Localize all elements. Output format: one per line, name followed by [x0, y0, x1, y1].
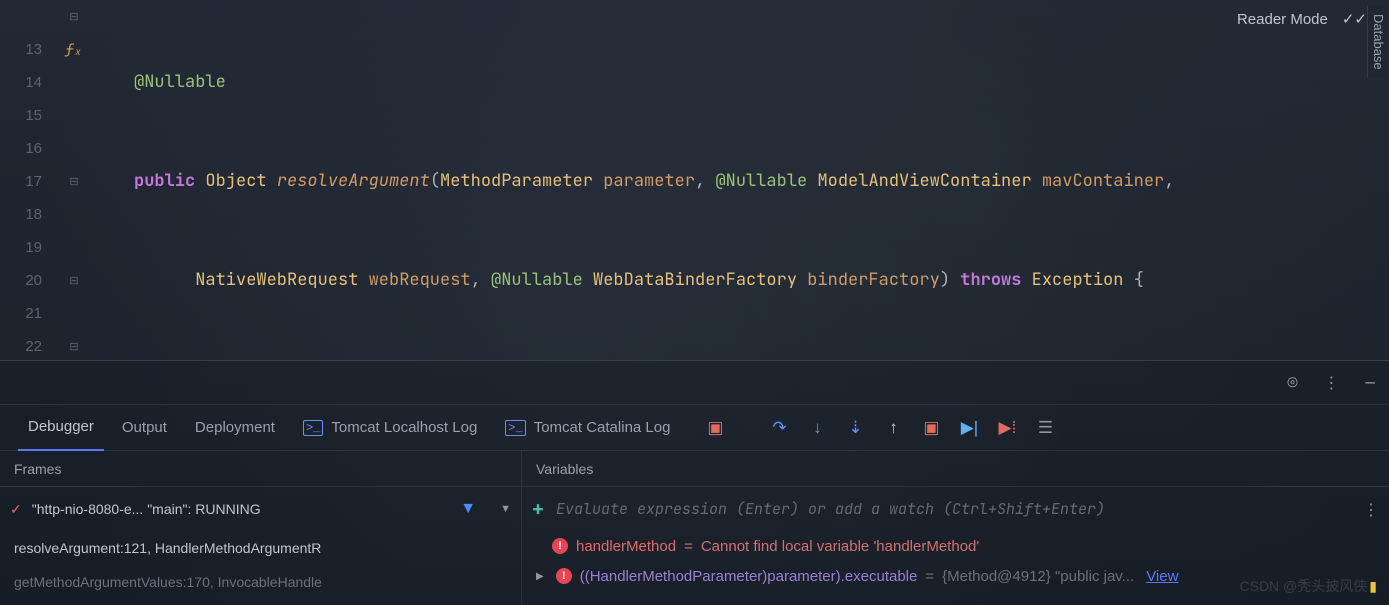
- fold-icon[interactable]: ⊟: [64, 10, 84, 24]
- watch-variable-error[interactable]: ! handlerMethod = Cannot find local vari…: [522, 531, 1389, 561]
- view-breakpoints-icon[interactable]: ☰: [1030, 413, 1060, 443]
- reader-mode-label: Reader Mode: [1237, 11, 1328, 28]
- frames-panel: Frames ✓ "http-nio-8080-e... "main": RUN…: [0, 451, 522, 605]
- expand-icon[interactable]: ▶: [536, 571, 544, 582]
- thread-name: "http-nio-8080-e... "main": RUNNING: [32, 501, 261, 517]
- tab-output[interactable]: Output: [112, 405, 177, 451]
- tab-deployment[interactable]: Deployment: [185, 405, 285, 451]
- minimize-icon[interactable]: —: [1365, 372, 1375, 393]
- variables-title: Variables: [522, 451, 1389, 487]
- drop-frame-icon[interactable]: ▣: [916, 413, 946, 443]
- line-number: 20: [12, 272, 42, 289]
- target-icon[interactable]: ◎: [1288, 372, 1298, 393]
- reader-mode-indicator[interactable]: Reader Mode ✓✓: [1237, 10, 1367, 28]
- watermark: CSDN @秃头披风侠▮: [1240, 576, 1378, 596]
- debug-tabs: Debugger Output Deployment >_Tomcat Loca…: [0, 405, 1389, 451]
- evaluate-expression-icon[interactable]: ▶⁞: [992, 413, 1022, 443]
- stack-frame[interactable]: getMethodArgumentValues:170, InvocableHa…: [0, 565, 521, 599]
- line-number: 15: [12, 107, 42, 124]
- show-execution-point-icon[interactable]: ▣: [700, 413, 730, 443]
- step-out-icon[interactable]: ↑: [878, 413, 908, 443]
- view-link[interactable]: View: [1146, 568, 1178, 585]
- add-watch-icon[interactable]: +: [532, 496, 544, 522]
- code-area[interactable]: @Nullable public Object resolveArgument(…: [92, 0, 1389, 360]
- log-icon: >_: [303, 420, 323, 436]
- annotation: @Nullable: [134, 71, 226, 93]
- line-number: 14: [12, 74, 42, 91]
- thread-selector[interactable]: ✓ "http-nio-8080-e... "main": RUNNING ▼ …: [0, 487, 521, 531]
- database-tool-tab[interactable]: Database: [1367, 6, 1389, 78]
- line-number: 13: [12, 41, 42, 58]
- run-to-cursor-icon[interactable]: ▶|: [954, 413, 984, 443]
- debug-panel-toolbar: ◎ ⋮ —: [0, 361, 1389, 405]
- editor-gutter: ⊟ 13 ƒₓ 14 15 16 17 ⊟ 18 19 20 ⊟ 21 22 ⊟: [0, 0, 92, 360]
- error-icon: !: [552, 538, 568, 554]
- line-number: 22: [12, 338, 42, 355]
- line-number: 16: [12, 140, 42, 157]
- tab-tomcat-localhost-log[interactable]: >_Tomcat Localhost Log: [293, 405, 487, 451]
- step-into-icon[interactable]: ↓: [802, 413, 832, 443]
- line-number: 17: [12, 173, 42, 190]
- chevron-down-icon[interactable]: ▼: [500, 503, 511, 515]
- fold-icon[interactable]: ⊟: [64, 340, 84, 354]
- frames-title: Frames: [0, 451, 521, 487]
- error-icon: !: [556, 568, 572, 584]
- fold-icon[interactable]: ⊟: [64, 175, 84, 189]
- line-number: 19: [12, 239, 42, 256]
- debug-panel: ◎ ⋮ — Debugger Output Deployment >_Tomca…: [0, 360, 1389, 605]
- filter-icon[interactable]: ▼: [460, 500, 476, 518]
- check-icon: ✓: [10, 501, 22, 518]
- stack-frame[interactable]: resolveArgument:121, HandlerMethodArgume…: [0, 531, 521, 565]
- force-step-into-icon[interactable]: ⇣: [840, 413, 870, 443]
- line-number: 18: [12, 206, 42, 223]
- line-number: 21: [12, 305, 42, 322]
- log-icon: >_: [505, 420, 525, 436]
- tab-tomcat-catalina-log[interactable]: >_Tomcat Catalina Log: [495, 405, 680, 451]
- evaluate-input[interactable]: Evaluate expression (Enter) or add a wat…: [556, 499, 1351, 519]
- more-icon[interactable]: ⋮: [1363, 499, 1379, 520]
- more-icon[interactable]: ⋮: [1323, 372, 1339, 393]
- step-over-icon[interactable]: ↷: [764, 413, 794, 443]
- method-marker-icon[interactable]: ƒₓ: [64, 41, 84, 59]
- tab-debugger[interactable]: Debugger: [18, 405, 104, 451]
- fold-icon[interactable]: ⊟: [64, 274, 84, 288]
- check-icon: ✓✓: [1342, 10, 1367, 28]
- code-editor[interactable]: ⊟ 13 ƒₓ 14 15 16 17 ⊟ 18 19 20 ⊟ 21 22 ⊟ @Nu…: [0, 0, 1389, 360]
